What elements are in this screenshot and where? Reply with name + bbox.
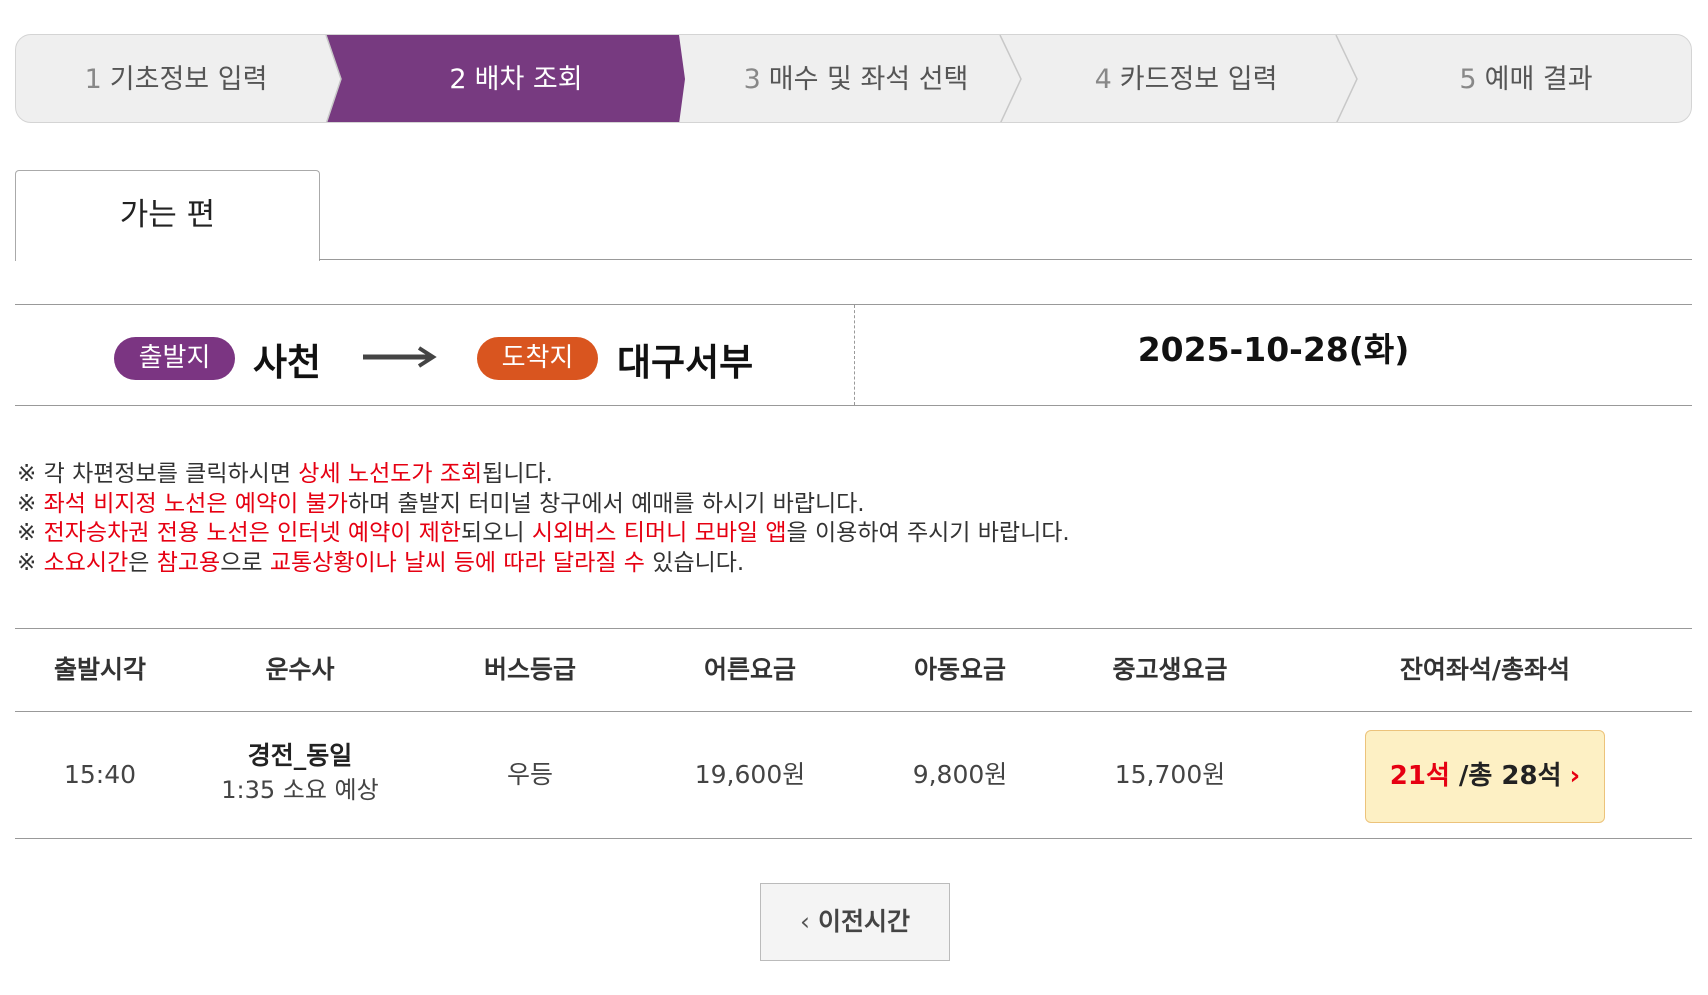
cell-departure-time: 15:40 [63,760,137,789]
notice-text: 되오니 [461,520,532,546]
cell-company: 경전_동일 1:35 소요 예상 [185,712,415,838]
notice-line: ※ 전자승차권 전용 노선은 인터넷 예약이 제한되오니 시외버스 티머니 모바… [17,519,1070,549]
booking-steps: 1 기초정보 입력 2 배차 조회 3 매수 및 좌석 선택 4 카드정보 입력 5 예매… [15,34,1692,123]
step-number: 4 [1094,64,1112,95]
notice-text [36,550,43,576]
seats-remaining: 21석 [1389,761,1450,791]
notice-text: 각 차편정보를 클릭하시면 [36,461,299,487]
step-label: 예매 결과 [1484,64,1593,95]
table-row[interactable]: 15:40 경전_동일 1:35 소요 예상 우등 19,600원 9,800원… [15,712,1692,839]
arrival-badge: 도착지 [477,337,598,380]
departure-terminal: 사천 [253,341,322,384]
step-number: 2 [449,64,467,95]
notice-highlight: 참고용 [156,549,221,576]
notice-text: 으로 [220,549,270,576]
header-adult-fare: 어른요금 [703,655,796,684]
notice-highlight: 소요시간 [43,549,129,576]
step-number: 5 [1459,64,1477,95]
header-seats: 잔여좌석/총좌석 [1399,655,1571,684]
company-name: 경전_동일 [247,741,353,770]
notice-line: ※ 좌석 비지정 노선은 예약이 불가하며 출발지 터미널 창구에서 예매를 하… [17,490,1070,520]
step-2-active: 2 배차 조회 [346,35,686,122]
step-1: 1 기초정보 입력 [16,35,336,122]
header-company: 운수사 [265,655,335,684]
route-summary: 출발지 사천 도착지 대구서부 2025-10-28(화) [15,304,1692,406]
notice-text: 을 이용하여 주시기 바랍니다. [786,520,1070,546]
select-seats-button[interactable]: 21석 /총 28석 › [1365,730,1605,823]
table-header: 출발시각 운수사 버스등급 어른요금 아동요금 중고생요금 잔여좌석/총좌석 [15,628,1692,712]
tab-underline [319,259,1692,260]
header-bus-grade: 버스등급 [483,655,576,684]
tab-outbound[interactable]: 가는 편 [15,170,320,261]
step-4: 4 카드정보 입력 [1026,35,1346,122]
arrival-terminal: 대구서부 [617,341,754,384]
notice-mark: ※ [17,490,37,517]
departure-badge: 출발지 [114,337,235,380]
step-number: 3 [743,64,761,95]
notice-text: 됩니다. [482,461,553,487]
chevron-left-icon: ‹ [799,907,810,936]
chevron-right-icon: › [1569,761,1581,791]
notice-highlight: 좌석 비지정 노선은 예약이 불가 [43,490,348,517]
header-departure-time: 출발시각 [53,655,146,684]
header-child-fare: 아동요금 [913,655,1006,684]
previous-time-button[interactable]: ‹ 이전시간 [760,883,950,961]
cell-child-fare: 9,800원 [912,760,1008,789]
notice-text [36,520,43,546]
step-label: 기초정보 입력 [109,64,268,95]
schedule-table: 출발시각 운수사 버스등급 어른요금 아동요금 중고생요금 잔여좌석/총좌석 1… [15,628,1692,839]
step-label: 매수 및 좌석 선택 [768,64,969,95]
notice-text: 있습니다. [644,549,745,576]
notice-highlight: 교통상황이나 날씨 등에 따라 달라질 수 [269,549,645,576]
cell-adult-fare: 19,600원 [694,760,806,789]
departure-date: 2025-10-28(화) [1137,330,1410,369]
notice-highlight: 상세 노선도가 조회 [298,461,483,487]
previous-time-label: 이전시간 [817,907,910,936]
notice-line: ※ 소요시간은 참고용으로 교통상황이나 날씨 등에 따라 달라질 수 있습니다… [17,549,1070,579]
notice-text: 하며 출발지 터미널 창구에서 예매를 하시기 바랍니다. [347,490,865,517]
notice-mark: ※ [17,461,37,487]
arrow-right-icon [363,346,437,368]
step-label: 배차 조회 [474,64,583,95]
seats-total: /총 28석 [1449,761,1562,791]
cell-bus-grade: 우등 [506,760,553,789]
step-5: 5 예매 결과 [1361,35,1691,122]
notice-list: ※ 각 차편정보를 클릭하시면 상세 노선도가 조회됩니다. ※ 좌석 비지정 노… [17,460,1070,578]
header-student-fare: 중고생요금 [1112,655,1228,684]
notice-text: 은 [128,549,157,576]
cell-student-fare: 15,700원 [1114,760,1226,789]
step-number: 1 [84,64,102,95]
notice-mark: ※ [17,549,37,576]
step-3: 3 매수 및 좌석 선택 [696,35,1016,122]
notice-mark: ※ [17,520,37,546]
notice-highlight: 시외버스 티머니 모바일 앱 [531,520,787,546]
notice-highlight: 전자승차권 전용 노선은 인터넷 예약이 제한 [43,520,462,546]
estimated-duration: 1:35 소요 예상 [221,776,379,804]
notice-line: ※ 각 차편정보를 클릭하시면 상세 노선도가 조회됩니다. [17,460,1070,490]
step-label: 카드정보 입력 [1119,64,1278,95]
notice-text [36,491,43,517]
tab-label: 가는 편 [119,197,216,233]
bus-booking-page: 1 기초정보 입력 2 배차 조회 3 매수 및 좌석 선택 4 카드정보 입력 5 예매… [0,0,1708,995]
